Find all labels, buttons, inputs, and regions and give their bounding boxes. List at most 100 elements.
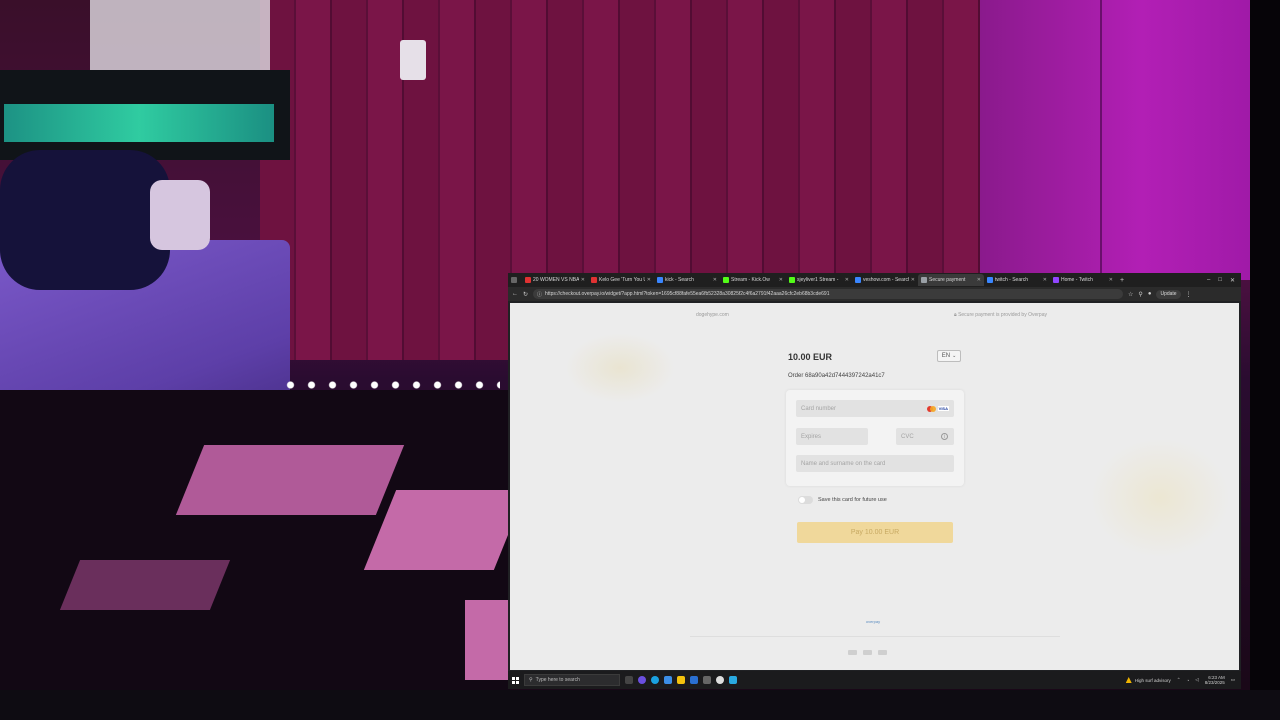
task-view-icon[interactable] xyxy=(625,676,633,684)
app-icon[interactable] xyxy=(729,676,737,684)
cvc-input[interactable]: CVC i xyxy=(896,428,954,445)
refresh-icon[interactable]: ↻ xyxy=(523,291,528,298)
tab-close-icon[interactable]: ✕ xyxy=(779,277,783,283)
app-icon[interactable] xyxy=(703,676,711,684)
browser-window: 20 WOMEN VS NBA ✕ Kelo Gee 'Turn You Up ✕ ki… xyxy=(508,273,1241,689)
notifications-icon[interactable]: ▭ xyxy=(1231,677,1235,683)
close-icon[interactable]: ✕ xyxy=(1230,277,1235,284)
browser-tab[interactable]: kick - Search ✕ xyxy=(654,274,720,286)
cardholder-name-input[interactable]: Name and surname on the card xyxy=(796,455,954,472)
door-divider xyxy=(1100,0,1102,280)
browser-tab[interactable]: Kelo Gee 'Turn You Up ✕ xyxy=(588,274,654,286)
tab-close-icon[interactable]: ✕ xyxy=(845,277,849,283)
site-info-icon[interactable]: ⓘ xyxy=(537,291,542,298)
tab-close-icon[interactable]: ✕ xyxy=(911,277,915,283)
save-card-label: Save this card for future use xyxy=(818,497,887,503)
update-button[interactable]: Update xyxy=(1156,289,1181,299)
weather-widget[interactable]: High surf advisory xyxy=(1125,677,1171,683)
blanket xyxy=(0,150,170,290)
search-icon: ⚲ xyxy=(529,677,533,683)
save-card-row: Save this card for future use xyxy=(798,496,887,504)
tab-close-icon[interactable]: ✕ xyxy=(581,277,585,283)
edge-icon[interactable] xyxy=(651,676,659,684)
minimize-icon[interactable]: – xyxy=(1207,277,1210,284)
badge-icon xyxy=(878,650,887,655)
tab-label: Home - Twitch xyxy=(1061,277,1093,283)
browser-tab[interactable]: sjeyliver1 Stream - ✕ xyxy=(786,274,852,286)
extensions-icon[interactable]: ⚲ xyxy=(1138,291,1142,298)
url-field[interactable]: ⓘ https://checkout.overpay.io/widget/?ap… xyxy=(533,289,1124,299)
chrome-icon[interactable] xyxy=(716,676,724,684)
tab-close-icon[interactable]: ✕ xyxy=(1043,277,1047,283)
badge-icon xyxy=(863,650,872,655)
cvc-placeholder: CVC xyxy=(901,433,914,440)
tab-favicon-icon xyxy=(921,277,927,283)
language-select[interactable]: EN ⌄ xyxy=(937,350,961,362)
tab-close-icon[interactable]: ✕ xyxy=(713,277,717,283)
tab-label: kick - Search xyxy=(665,277,694,283)
windows-start-icon[interactable] xyxy=(512,676,519,684)
wall-outlet xyxy=(400,40,426,80)
tab-label: 20 WOMEN VS NBA xyxy=(533,277,579,283)
weather-text: High surf advisory xyxy=(1134,677,1171,683)
browser-tab[interactable]: Home - Twitch ✕ xyxy=(1050,274,1116,286)
tab-close-icon[interactable]: ✕ xyxy=(977,277,981,283)
store-icon[interactable] xyxy=(664,676,672,684)
pillow xyxy=(150,180,210,250)
favorite-icon[interactable]: ☆ xyxy=(1128,291,1133,298)
payment-page: dogehype.com 🔒︎ Secure payment is provid… xyxy=(510,303,1239,670)
order-id: Order 68a90a42d7444397242a41c7 xyxy=(788,373,885,379)
taskbar-search[interactable]: ⚲ Type here to search xyxy=(524,674,620,686)
tab-favicon-icon xyxy=(789,277,795,283)
new-tab-button[interactable]: + xyxy=(1116,277,1128,284)
tab-favicon-icon xyxy=(723,277,729,283)
app-icon[interactable] xyxy=(638,676,646,684)
save-card-toggle[interactable] xyxy=(798,496,813,504)
payment-amount: 10.00 EUR xyxy=(788,352,833,362)
profile-icon[interactable]: ● xyxy=(1148,291,1152,297)
decoration-shape xyxy=(1090,438,1230,558)
browser-tab[interactable]: 20 WOMEN VS NBA ✕ xyxy=(522,274,588,286)
tab-label: veshow.com - Search xyxy=(863,277,909,283)
tab-close-icon[interactable]: ✕ xyxy=(647,277,651,283)
card-number-input[interactable]: Card number VISA xyxy=(796,400,954,417)
menu-icon[interactable]: ⋮ xyxy=(1186,291,1192,298)
door xyxy=(980,0,1250,280)
taskbar-search-placeholder: Type here to search xyxy=(535,677,580,683)
chevron-down-icon: ⌄ xyxy=(952,353,957,359)
volume-icon[interactable]: ◁ xyxy=(1195,677,1198,683)
screen-edge-bottom xyxy=(0,690,1280,720)
browser-tab[interactable]: Secure payment ✕ xyxy=(918,274,984,286)
info-icon[interactable]: i xyxy=(941,433,948,440)
tab-actions-icon[interactable] xyxy=(508,274,522,286)
tab-label: Kelo Gee 'Turn You Up xyxy=(599,277,645,283)
secure-payment-text: Secure payment is provided by Overpay xyxy=(958,312,1047,318)
browser-tab[interactable]: Stream - Kick.Ow ✕ xyxy=(720,274,786,286)
network-icon[interactable]: ◔ xyxy=(1187,678,1190,683)
tab-close-icon[interactable]: ✕ xyxy=(1109,277,1113,283)
tab-favicon-icon xyxy=(855,277,861,283)
chevron-up-icon[interactable]: ⌃ xyxy=(1177,677,1181,683)
pay-button[interactable]: Pay 10.00 EUR xyxy=(797,522,953,543)
mail-icon[interactable] xyxy=(690,676,698,684)
tab-favicon-icon xyxy=(525,277,531,283)
tab-strip: 20 WOMEN VS NBA ✕ Kelo Gee 'Turn You Up ✕ ki… xyxy=(508,273,1241,287)
browser-tab[interactable]: veshow.com - Search ✕ xyxy=(852,274,918,286)
clock[interactable]: 6:23 AM 8/23/2025 xyxy=(1205,675,1225,685)
expires-input[interactable]: Expires xyxy=(796,428,868,445)
footer-divider xyxy=(690,636,1060,637)
tab-label: twitch - Search xyxy=(995,277,1029,283)
screen-edge xyxy=(1250,0,1280,720)
back-icon[interactable]: ← xyxy=(512,291,518,297)
visa-icon: VISA xyxy=(937,406,949,411)
file-explorer-icon[interactable] xyxy=(677,676,685,684)
led-strip xyxy=(280,380,500,390)
badge-icon xyxy=(848,650,857,655)
windows-taskbar: ⚲ Type here to search High surf advisory… xyxy=(508,671,1241,689)
clock-date: 8/23/2025 xyxy=(1204,680,1225,685)
floor-tile xyxy=(59,560,231,610)
browser-tab[interactable]: twitch - Search ✕ xyxy=(984,274,1050,286)
secure-payment-note: 🔒︎ Secure payment is provided by Overpay xyxy=(954,312,1047,318)
maximize-icon[interactable]: □ xyxy=(1218,277,1222,284)
tab-favicon-icon xyxy=(987,277,993,283)
